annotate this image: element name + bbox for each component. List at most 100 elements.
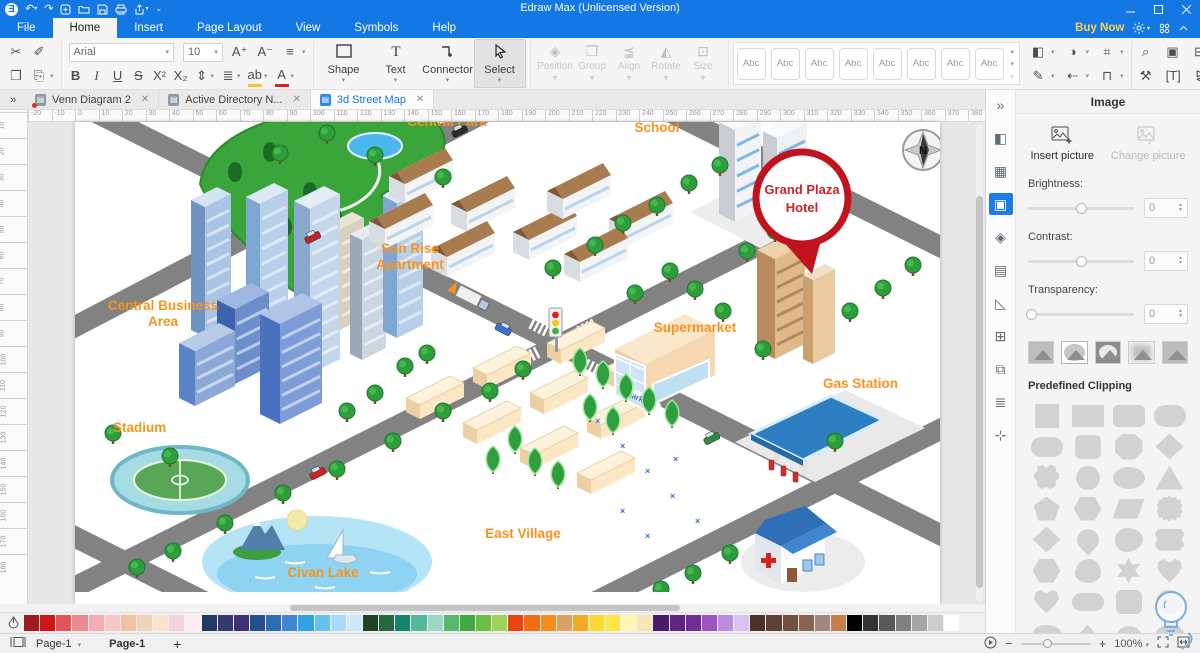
color-swatch[interactable] xyxy=(169,615,185,631)
clipping-shape-square[interactable] xyxy=(1026,400,1067,431)
pen-style-icon[interactable]: ✎ xyxy=(1031,67,1045,85)
text-block-icon[interactable]: [T] xyxy=(1166,67,1181,85)
doc-tabs-overflow-button[interactable]: » xyxy=(0,90,26,109)
color-swatch[interactable] xyxy=(346,615,362,631)
color-swatch[interactable] xyxy=(266,615,282,631)
spinner-arrows[interactable]: ▲ ▼ xyxy=(1178,309,1183,319)
slider-thumb[interactable] xyxy=(1026,308,1038,320)
symbol-library-icon[interactable]: ▦ xyxy=(989,160,1013,182)
copy-icon[interactable]: ❐ xyxy=(9,67,23,85)
shape-style-swatch[interactable]: Abc xyxy=(770,47,800,80)
gallery-scroll-buttons[interactable]: ▴ ▾ ▿ xyxy=(1009,46,1017,82)
font-color-icon[interactable]: A xyxy=(274,66,289,87)
table-icon[interactable]: ⊞ xyxy=(989,325,1013,347)
doc-tab-active-directory-n[interactable]: ▤ Active Directory N... ✕ xyxy=(159,90,311,109)
color-swatch[interactable] xyxy=(233,615,249,631)
color-swatch[interactable] xyxy=(249,615,266,631)
shape-style-swatch[interactable]: Abc xyxy=(974,47,1004,80)
buy-now-button[interactable]: Buy Now xyxy=(1075,22,1124,34)
shrink-font-icon[interactable]: A⁻ xyxy=(257,43,273,61)
color-swatch[interactable] xyxy=(669,615,685,631)
new-file-button[interactable] xyxy=(60,4,71,15)
clipping-shape-ellipse[interactable] xyxy=(1108,462,1149,493)
color-swatch[interactable] xyxy=(395,615,411,631)
clipping-shape-diamond[interactable] xyxy=(1026,524,1067,555)
arrange-shapes-icon[interactable]: ⧎ xyxy=(1194,67,1200,85)
shape-tool-button[interactable]: Shape ▾ xyxy=(318,39,370,88)
maximize-button[interactable] xyxy=(1144,0,1172,18)
color-swatch[interactable] xyxy=(782,615,798,631)
clipping-shape-bone[interactable] xyxy=(1067,586,1108,617)
menu-tab-file[interactable]: File xyxy=(0,18,53,38)
color-swatch[interactable] xyxy=(847,615,863,631)
color-swatch[interactable] xyxy=(40,615,56,631)
group-button[interactable]: ❐ Group ▾ xyxy=(574,39,611,88)
shape-style-swatch[interactable]: Abc xyxy=(736,47,766,80)
color-swatch[interactable] xyxy=(201,615,217,631)
find-replace-icon[interactable]: ⊟ xyxy=(1193,43,1200,61)
menu-tab-view[interactable]: View xyxy=(279,18,338,38)
color-swatch[interactable] xyxy=(217,615,233,631)
connector-tool-button[interactable]: Connector ▾ xyxy=(422,39,474,88)
superscript-icon[interactable]: X² xyxy=(153,67,167,85)
menu-tab-symbols[interactable]: Symbols xyxy=(337,18,415,38)
menu-tab-insert[interactable]: Insert xyxy=(117,18,180,38)
color-swatch[interactable] xyxy=(459,615,475,631)
color-swatch[interactable] xyxy=(120,615,136,631)
presentation-play-icon[interactable] xyxy=(984,636,997,652)
page-overview-icon[interactable] xyxy=(10,636,26,651)
change-picture-button[interactable]: Change picture xyxy=(1111,126,1186,162)
size-button[interactable]: ⊡ Size ▾ xyxy=(685,39,722,88)
position-button[interactable]: ◈ Position ▾ xyxy=(537,39,574,88)
zoom-level[interactable]: 100% ▾ xyxy=(1114,638,1149,650)
close-tab-icon[interactable]: ✕ xyxy=(141,94,149,105)
rotate-button[interactable]: ◭ Rotate ▾ xyxy=(648,39,685,88)
close-tab-icon[interactable]: ✕ xyxy=(292,94,300,105)
spinner-arrows[interactable]: ▲ ▼ xyxy=(1178,203,1183,213)
shape-style-swatch[interactable]: Abc xyxy=(872,47,902,80)
clipping-shape-dome[interactable] xyxy=(1108,617,1149,633)
close-button[interactable] xyxy=(1172,0,1200,18)
brightness-value[interactable]: 0 ▲ ▼ xyxy=(1144,198,1188,218)
line-style-icon[interactable]: ⇠ xyxy=(1066,67,1080,85)
clipping-shape-pentagon[interactable] xyxy=(1026,493,1067,524)
color-swatch[interactable] xyxy=(524,615,540,631)
insert-picture-button[interactable]: Insert picture xyxy=(1030,126,1094,162)
doc-tab-venn-diagram-2[interactable]: ▤ Venn Diagram 2 ✕ xyxy=(26,90,160,109)
effect-vignette-thumbnail[interactable] xyxy=(1128,341,1155,364)
strikethrough-icon[interactable]: S xyxy=(132,67,146,85)
text-highlight-icon[interactable]: ab xyxy=(247,66,263,87)
color-swatch[interactable] xyxy=(314,615,330,631)
clipping-shape-blob[interactable] xyxy=(1108,524,1149,555)
transparency-value[interactable]: 0 ▲ ▼ xyxy=(1144,304,1188,324)
zoom-slider[interactable] xyxy=(1020,638,1091,648)
clipping-shape-blob[interactable] xyxy=(1149,586,1190,617)
text-tool-button[interactable]: T Text ▾ xyxy=(370,39,422,88)
clipping-shape-circle[interactable] xyxy=(1067,462,1108,493)
color-swatch[interactable] xyxy=(718,615,734,631)
shape-style-swatch[interactable]: Abc xyxy=(804,47,834,80)
crop-icon[interactable]: ⌗ xyxy=(1100,43,1114,61)
color-swatch[interactable] xyxy=(56,615,72,631)
clipping-shape-seal[interactable] xyxy=(1149,493,1190,524)
color-swatch[interactable] xyxy=(379,615,395,631)
zoom-find-icon[interactable]: ⌕ xyxy=(1139,43,1153,61)
clipping-shape-capsule[interactable] xyxy=(1026,431,1067,462)
clipping-shape-heart[interactable] xyxy=(1026,586,1067,617)
no-fill-icon[interactable] xyxy=(4,615,22,631)
add-page-button[interactable]: + xyxy=(173,636,181,652)
fill-style-icon[interactable]: ◧ xyxy=(989,127,1013,149)
align-text-dropdown[interactable]: ▾ xyxy=(302,48,306,56)
font-color-dropdown[interactable]: ▾ xyxy=(291,72,295,80)
fullscreen-icon[interactable] xyxy=(1157,636,1169,651)
format-painter-icon[interactable]: ✐ xyxy=(32,43,46,61)
fit-window-icon[interactable]: ⊹ xyxy=(989,424,1013,446)
shape-style-swatch[interactable]: Abc xyxy=(940,47,970,80)
color-swatch[interactable] xyxy=(879,615,895,631)
shape-style-swatch[interactable]: Abc xyxy=(838,47,868,80)
color-swatch[interactable] xyxy=(508,615,524,631)
undo-button[interactable]: ↶ ▾ xyxy=(25,1,37,17)
clipping-shape-triangle[interactable] xyxy=(1149,462,1190,493)
menu-tab-home[interactable]: Home xyxy=(52,18,118,38)
color-swatch[interactable] xyxy=(814,615,831,631)
